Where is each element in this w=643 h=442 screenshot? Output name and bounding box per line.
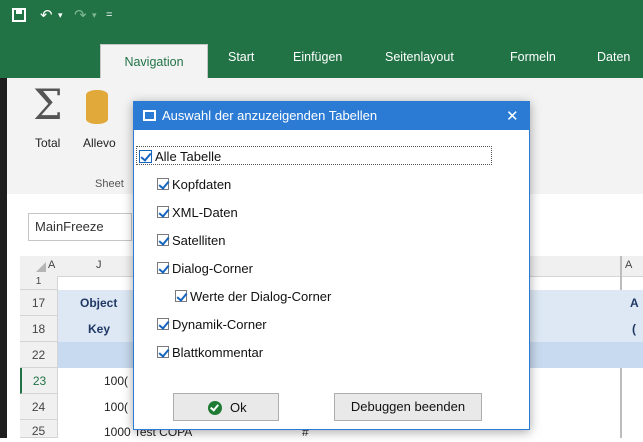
database-icon: [86, 90, 108, 124]
ok-button[interactable]: Ok: [173, 393, 279, 421]
save-icon[interactable]: [12, 8, 26, 22]
customize-qat-icon[interactable]: =: [106, 9, 112, 21]
checkbox-icon: [175, 290, 187, 302]
name-box[interactable]: MainFreeze: [28, 213, 132, 241]
checkbox-icon: [157, 262, 169, 274]
checkbox-satelliten[interactable]: Satelliten: [157, 233, 457, 249]
ok-check-icon: [208, 401, 222, 415]
undo-dropdown-icon[interactable]: ▾: [58, 10, 63, 21]
tab-einfuegen[interactable]: Einfügen: [293, 50, 342, 64]
row-header-partial[interactable]: 1: [20, 276, 58, 290]
checkbox-icon: [157, 234, 169, 246]
checkbox-kopfdaten[interactable]: Kopfdaten: [157, 177, 457, 193]
ok-label: Ok: [230, 400, 247, 415]
cell-key[interactable]: Key: [88, 322, 110, 336]
column-header-right[interactable]: A: [625, 259, 632, 271]
checkbox-icon: [157, 346, 169, 358]
cell-right-17[interactable]: A: [630, 296, 639, 310]
tab-seitenlayout[interactable]: Seitenlayout: [385, 50, 454, 64]
column-header-j[interactable]: J: [96, 259, 102, 271]
close-icon[interactable]: ✕: [506, 107, 519, 125]
checkbox-label: Kopfdaten: [172, 177, 232, 192]
dialog-app-icon: [143, 110, 156, 121]
select-all-corner[interactable]: [36, 262, 46, 272]
checkbox-label: Werte der Dialog-Corner: [190, 289, 332, 304]
row-header-18[interactable]: 18: [20, 316, 58, 342]
row-header-24[interactable]: 24: [20, 394, 58, 420]
cell-23[interactable]: 100(: [104, 374, 128, 388]
checkbox-dialog-corner[interactable]: Dialog-Corner: [157, 261, 457, 277]
checkbox-icon: [139, 150, 152, 163]
checkbox-label: XML-Daten: [172, 205, 238, 220]
tab-formeln[interactable]: Formeln: [510, 50, 556, 64]
tab-navigation[interactable]: Navigation: [100, 44, 208, 78]
ribbon-group-label: Sheet: [95, 178, 124, 190]
checkbox-label: Blattkommentar: [172, 345, 264, 360]
debuggen-beenden-label: Debuggen beenden: [350, 399, 466, 414]
total-button[interactable]: Total: [35, 136, 60, 150]
undo-icon[interactable]: ↶: [40, 6, 53, 24]
cell-24[interactable]: 100(: [104, 400, 128, 414]
checkbox-dynamik-corner[interactable]: Dynamik-Corner: [157, 317, 457, 333]
dialog-title-bar[interactable]: Auswahl der anzuzeigenden Tabellen ✕: [134, 102, 529, 130]
row-header-22[interactable]: 22: [20, 342, 58, 368]
checkbox-label: Dialog-Corner: [172, 261, 253, 276]
checkbox-label: Dynamik-Corner: [172, 317, 267, 332]
cell-right-18[interactable]: (: [632, 322, 636, 336]
checkbox-icon: [157, 206, 169, 218]
allevo-button[interactable]: Allevo: [83, 136, 116, 150]
checkbox-label: Satelliten: [172, 233, 226, 248]
checkbox-icon: [157, 318, 169, 330]
column-header-a[interactable]: A: [48, 259, 55, 271]
table-selection-dialog: Auswahl der anzuzeigenden Tabellen ✕ All…: [133, 101, 530, 430]
row-header-23[interactable]: 23: [20, 368, 58, 394]
checkbox-xml-daten[interactable]: XML-Daten: [157, 205, 457, 221]
redo-icon[interactable]: ↷: [74, 6, 87, 24]
row-header-25[interactable]: 25: [20, 420, 58, 438]
checkbox-werte-der-dialog-corner[interactable]: Werte der Dialog-Corner: [175, 289, 475, 305]
debuggen-beenden-button[interactable]: Debuggen beenden: [334, 393, 482, 421]
checkbox-blattkommentar[interactable]: Blattkommentar: [157, 345, 457, 361]
row-header-17[interactable]: 17: [20, 290, 58, 316]
checkbox-label: Alle Tabelle: [155, 149, 222, 164]
dialog-title: Auswahl der anzuzeigenden Tabellen: [162, 108, 378, 123]
sigma-icon: Σ: [33, 80, 63, 129]
redo-dropdown-icon[interactable]: ▾: [92, 10, 97, 21]
cell-object[interactable]: Object: [80, 296, 117, 310]
tab-start[interactable]: Start: [228, 50, 254, 64]
tab-daten[interactable]: Daten: [597, 50, 630, 64]
checkbox-alle-tabelle[interactable]: Alle Tabelle: [139, 149, 439, 165]
checkbox-icon: [157, 178, 169, 190]
